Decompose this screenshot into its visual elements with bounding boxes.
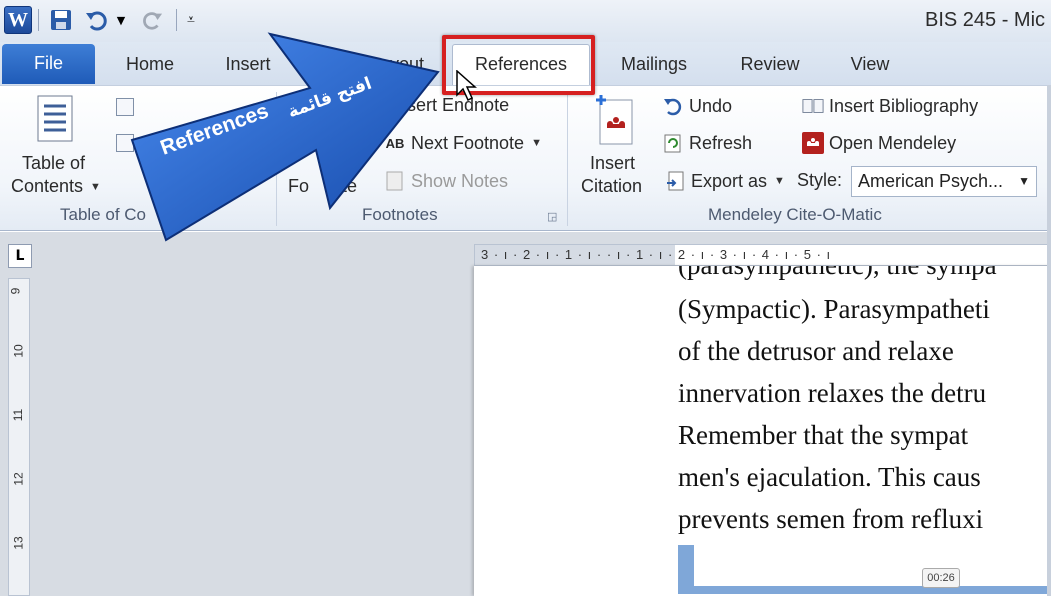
- insert-citation-icon[interactable]: [594, 92, 638, 148]
- chevron-down-icon: ▼: [1018, 174, 1030, 188]
- selection-highlight: [678, 586, 1051, 594]
- ruler-number: 10: [11, 344, 26, 358]
- style-label: Style:: [797, 170, 843, 190]
- group-separator: [567, 92, 568, 226]
- open-mendeley-label: Open Mendeley: [829, 132, 957, 153]
- insert-bibliography-button[interactable]: Insert Bibliography: [802, 95, 978, 117]
- citation-style-select[interactable]: American Psych... ▼: [851, 166, 1037, 197]
- document-line: prevents semen from refluxi: [678, 504, 984, 534]
- table-of-contents-label-2: Contents: [11, 176, 84, 196]
- document-line: Remember that the sympat: [678, 420, 969, 450]
- mendeley-undo-button[interactable]: Undo: [662, 95, 732, 117]
- insert-citation-label-1[interactable]: Insert: [590, 153, 635, 174]
- insert-citation-label-2[interactable]: Citation: [581, 176, 642, 197]
- chevron-down-icon: ▼: [774, 175, 785, 187]
- video-timestamp: 00:26: [922, 568, 960, 588]
- open-mendeley-button[interactable]: Open Mendeley: [802, 132, 956, 154]
- citation-style-value: American Psych...: [858, 171, 1004, 191]
- insert-bibliography-label: Insert Bibliography: [829, 95, 979, 116]
- export-as-button[interactable]: Export as ▼: [664, 170, 785, 192]
- save-icon[interactable]: [46, 6, 76, 34]
- export-icon: [664, 170, 686, 192]
- tab-file[interactable]: File: [2, 44, 95, 84]
- ruler-number: 12: [11, 472, 26, 486]
- tab-selector-icon[interactable]: L: [8, 244, 32, 268]
- document-line: innervation relaxes the detru: [678, 378, 987, 408]
- table-of-contents-label-1[interactable]: Table of: [22, 153, 85, 174]
- document-line: of the detrusor and relaxe: [678, 336, 954, 366]
- chevron-down-icon: ▼: [531, 137, 542, 149]
- window-edge: [1047, 85, 1051, 596]
- window-title: BIS 245 - Mic: [925, 9, 1046, 31]
- refresh-button[interactable]: Refresh: [662, 132, 752, 154]
- mendeley-undo-label: Undo: [689, 95, 733, 116]
- document-line: (Sympactic). Parasympatheti: [678, 294, 990, 324]
- ruler-ticks: 3 · ı · 2 · ı · 1 · ı · · ı · 1 · ı · 2 …: [481, 247, 832, 262]
- word-logo-icon[interactable]: W: [4, 6, 32, 34]
- mouse-cursor-icon: [456, 70, 477, 102]
- ruler-number: 11: [11, 408, 26, 422]
- ruler-number: 9: [8, 287, 23, 295]
- tab-mailings[interactable]: Mailings: [606, 50, 702, 78]
- export-as-label: Export as: [691, 170, 768, 191]
- mendeley-icon: [802, 132, 824, 154]
- horizontal-ruler[interactable]: 3 · ı · 2 · ı · 1 · ı · · ı · 1 · ı · 2 …: [474, 244, 1051, 266]
- refresh-label: Refresh: [689, 132, 753, 153]
- group-label-mendeley: Mendeley Cite-O-Matic: [708, 205, 882, 224]
- undo-icon[interactable]: [84, 6, 110, 34]
- dialog-launcher-icon[interactable]: ◲: [547, 210, 557, 223]
- undo-icon: [662, 95, 684, 117]
- refresh-icon: [662, 132, 684, 154]
- document-line: men's ejaculation. This caus: [678, 462, 981, 492]
- ruler-number: 13: [11, 536, 26, 550]
- tab-review[interactable]: Review: [728, 50, 812, 78]
- qat-separator: [38, 9, 39, 31]
- table-of-contents-icon[interactable]: [36, 94, 76, 144]
- bibliography-icon: [802, 95, 824, 117]
- table-of-contents-button[interactable]: Contents ▼: [11, 176, 101, 197]
- tab-view[interactable]: View: [836, 50, 904, 78]
- qat-separator: [176, 9, 177, 31]
- chevron-down-icon: ▼: [90, 180, 101, 193]
- selection-highlight: [678, 545, 694, 590]
